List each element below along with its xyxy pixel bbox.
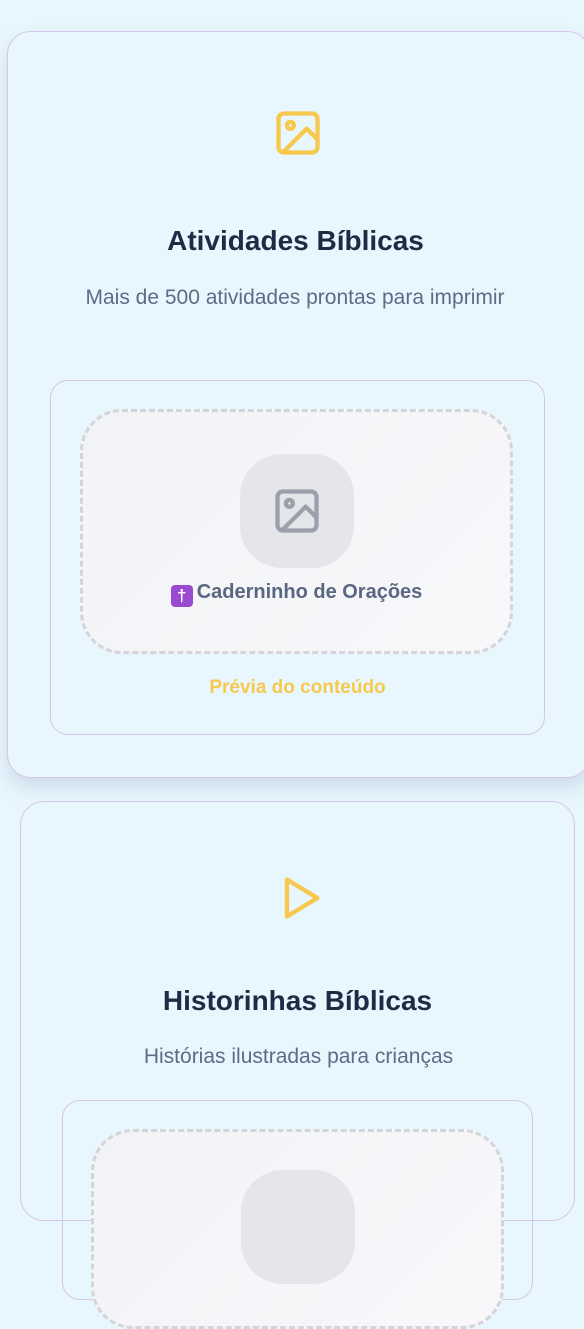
preview-item-label: Caderninho de Orações — [196, 581, 423, 603]
card-description: Mais de 500 atividades prontas para impr… — [85, 286, 505, 309]
feature-card-historinhas: Historinhas Bíblicas Histórias ilustrada… — [20, 801, 575, 1329]
content-preview: † Caderninho de Orações Prévia do conteúd… — [50, 380, 545, 735]
feature-card-atividades: Atividades Bíblicas Mais de 500 atividad… — [7, 31, 584, 778]
preview-caption: Prévia do conteúdo — [209, 677, 386, 698]
card-description: Histórias ilustradas para crianças — [143, 1045, 454, 1068]
preview-placeholder — [91, 1129, 504, 1329]
preview-thumbnail — [240, 454, 354, 568]
content-preview — [62, 1100, 533, 1329]
play-icon — [284, 877, 320, 919]
image-icon — [276, 111, 320, 155]
preview-thumbnail — [241, 1170, 355, 1284]
preview-placeholder: † Caderninho de Orações — [80, 409, 513, 654]
latin-cross-icon: † — [170, 585, 193, 607]
image-icon — [275, 489, 319, 533]
card-title: Historinhas Bíblicas — [162, 985, 433, 1016]
preview-item: † Caderninho de Orações — [83, 581, 510, 607]
card-title: Atividades Bíblicas — [167, 225, 424, 256]
